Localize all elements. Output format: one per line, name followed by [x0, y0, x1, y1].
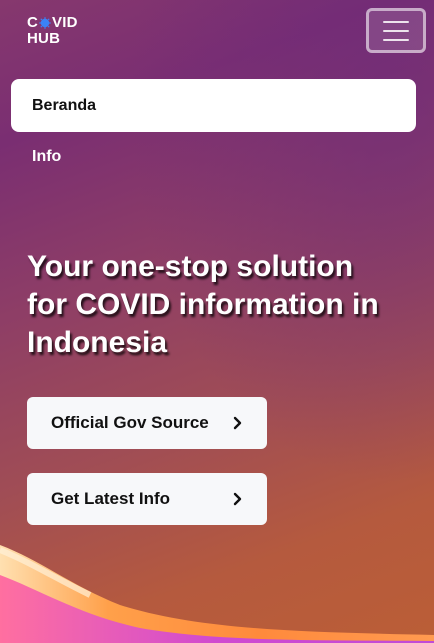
hamburger-icon-bar: [383, 38, 409, 41]
decorative-wave: [0, 545, 434, 643]
nav-item-label: Info: [32, 148, 62, 165]
nav-item-label: Beranda: [32, 96, 97, 114]
nav-item-info[interactable]: Info: [32, 148, 61, 166]
logo-text-hub: HUB: [27, 30, 61, 47]
hero-title: Your one-stop solution for COVID informa…: [27, 250, 379, 359]
virus-icon: [39, 17, 51, 29]
chevron-right-icon: [233, 416, 242, 430]
logo-text-c: C: [27, 14, 39, 31]
get-latest-info-button[interactable]: Get Latest Info: [27, 473, 267, 525]
logo[interactable]: C VID HUB: [27, 15, 78, 47]
logo-text-vid: VID: [52, 14, 78, 31]
official-gov-source-button[interactable]: Official Gov Source: [27, 397, 267, 449]
button-label: Get Latest Info: [51, 489, 171, 508]
menu-toggle-button[interactable]: [366, 8, 426, 53]
chevron-right-icon: [233, 492, 242, 506]
nav-item-beranda[interactable]: Beranda: [11, 79, 416, 132]
button-label: Official Gov Source: [51, 413, 209, 432]
hamburger-icon-bar: [383, 29, 409, 32]
hamburger-icon: [383, 20, 409, 23]
